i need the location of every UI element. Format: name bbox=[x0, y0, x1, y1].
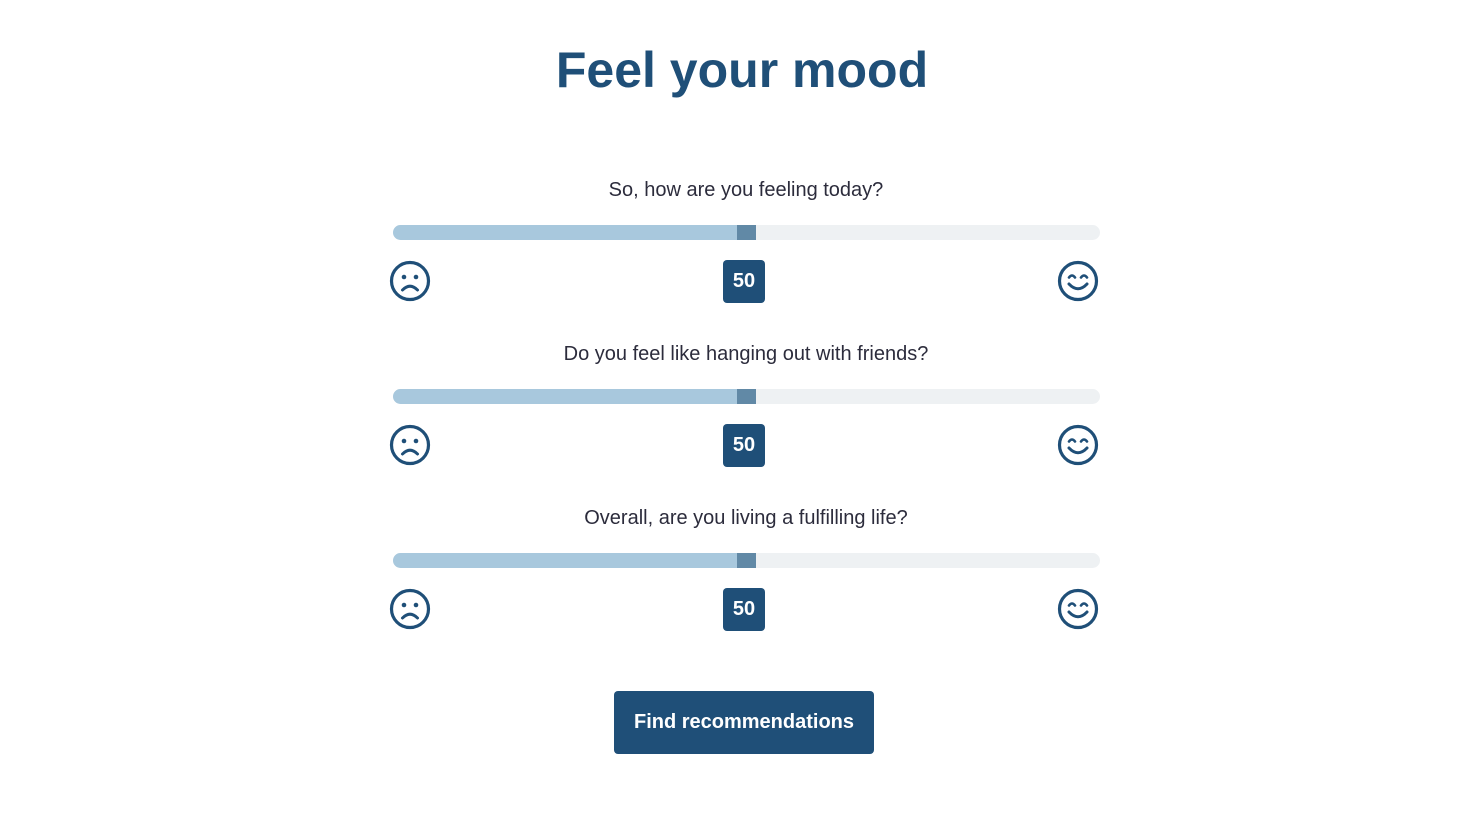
sad-face-icon bbox=[389, 424, 431, 466]
slider-value-badge: 50 bbox=[723, 424, 765, 467]
sad-face-icon bbox=[389, 260, 431, 302]
find-recommendations-button[interactable]: Find recommendations bbox=[614, 691, 874, 754]
happy-face-icon bbox=[1057, 588, 1099, 630]
slider-thumb[interactable] bbox=[737, 389, 756, 404]
mood-question-friends: Do you feel like hanging out with friend… bbox=[389, 342, 1100, 482]
slider-value-badge: 50 bbox=[723, 588, 765, 631]
slider-thumb[interactable] bbox=[737, 553, 756, 568]
happy-face-icon bbox=[1057, 260, 1099, 302]
question-label: So, how are you feeling today? bbox=[608, 179, 884, 201]
mood-question-feeling: So, how are you feeling today? 50 bbox=[389, 178, 1100, 318]
slider-fill bbox=[393, 225, 737, 240]
sad-face-icon bbox=[389, 588, 431, 630]
page-title: Feel your mood bbox=[555, 42, 929, 98]
mood-question-fulfilling-life: Overall, are you living a fulfilling lif… bbox=[389, 506, 1100, 646]
happy-face-icon bbox=[1057, 424, 1099, 466]
slider-fill bbox=[393, 553, 737, 568]
question-label: Do you feel like hanging out with friend… bbox=[563, 343, 929, 365]
slider-value-badge: 50 bbox=[723, 260, 765, 303]
slider-thumb[interactable] bbox=[737, 225, 756, 240]
question-label: Overall, are you living a fulfilling lif… bbox=[584, 507, 908, 529]
slider-fill bbox=[393, 389, 737, 404]
